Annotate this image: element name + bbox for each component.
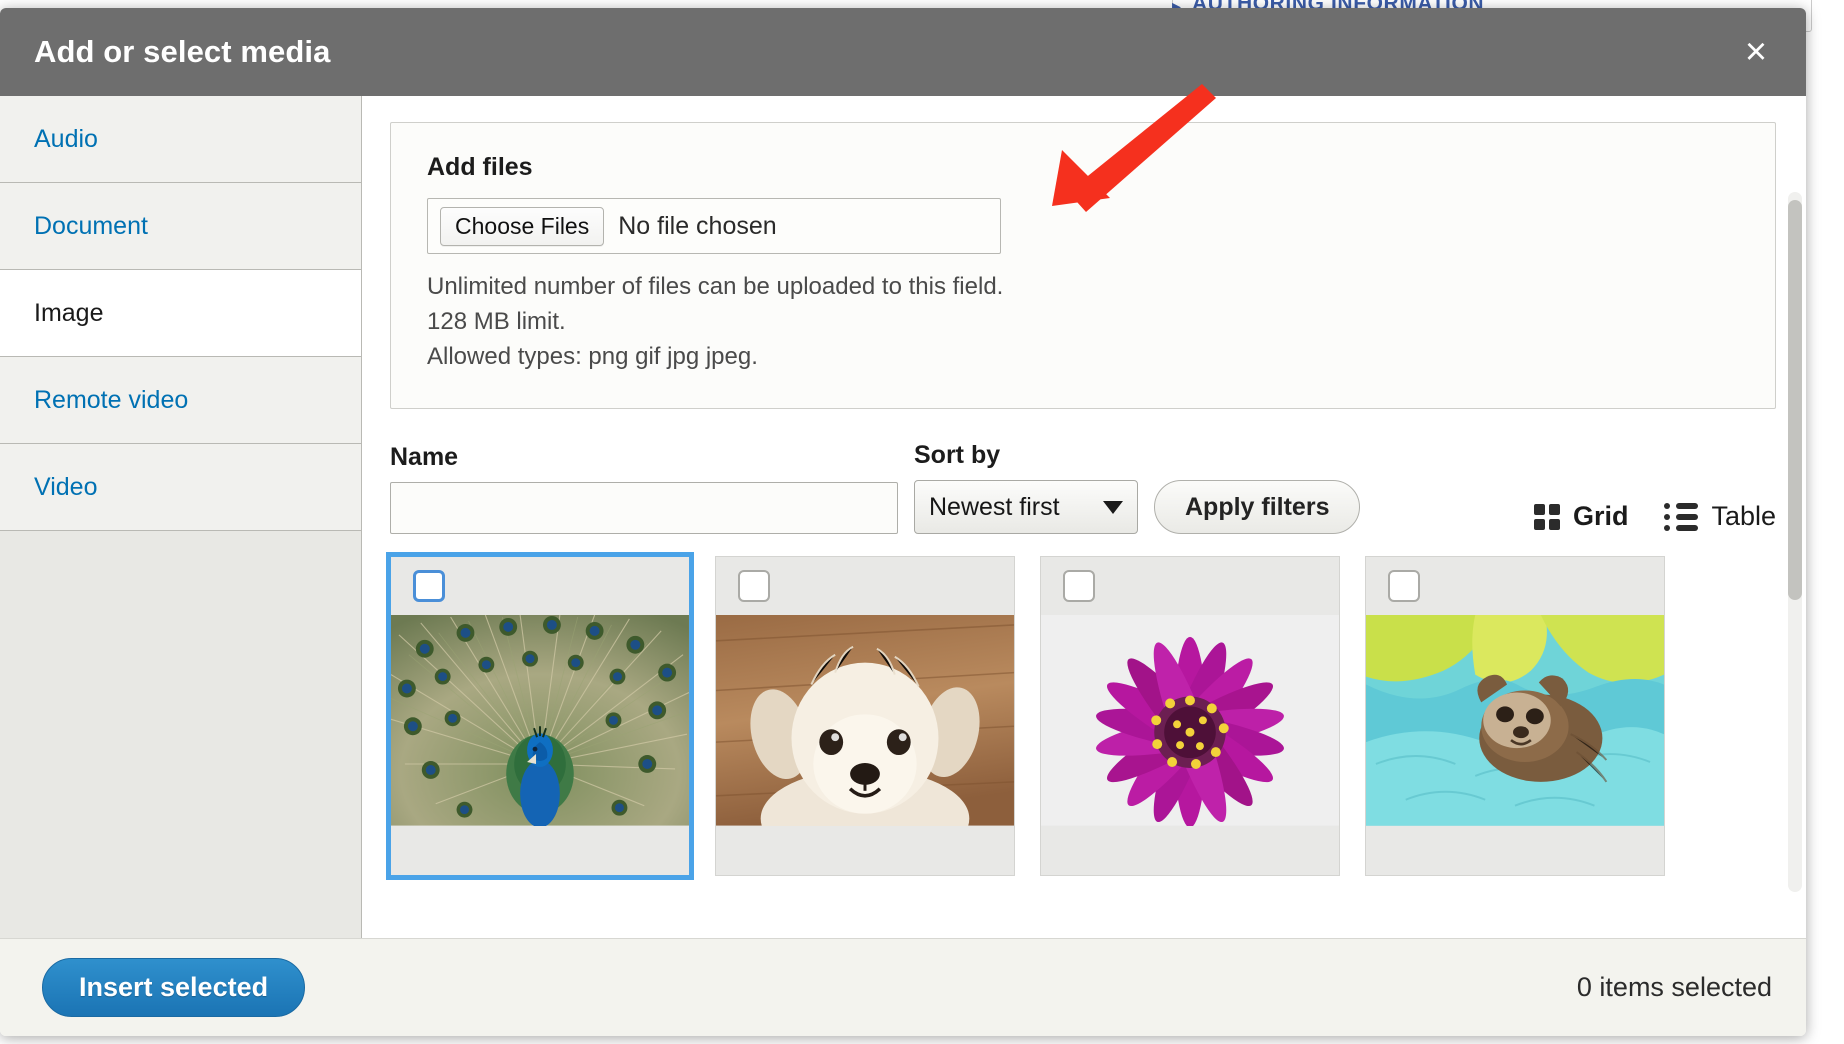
media-item-check-row <box>716 557 1014 616</box>
sort-by-select[interactable]: Newest first <box>914 480 1138 535</box>
sidebar-item-label: Document <box>34 211 148 240</box>
sidebar-item-document[interactable]: Document <box>0 183 361 270</box>
sidebar-item-audio[interactable]: Audio <box>0 96 361 183</box>
filter-toolbar: Name Sort by Newest first Apply filters <box>390 441 1776 535</box>
add-files-panel: Add files Choose Files No file chosen Un… <box>390 122 1776 410</box>
view-mode-toggles: Grid Table <box>1533 501 1776 534</box>
dialog-footer: Insert selected 0 items selected <box>0 938 1806 1036</box>
dialog-title: Add or select media <box>34 34 331 69</box>
dialog-body: Audio Document Image Remote video Video … <box>0 96 1806 938</box>
puppy-image <box>716 615 1014 826</box>
peacock-image <box>391 615 689 826</box>
name-search-input[interactable] <box>390 482 898 535</box>
media-item-check-row <box>1041 557 1339 616</box>
media-content-area: Add files Choose Files No file chosen Un… <box>362 96 1806 938</box>
media-item-checkbox[interactable] <box>738 570 770 603</box>
media-library-dialog: Add or select media × Audio Document Ima… <box>0 8 1806 1036</box>
view-toggle-label: Grid <box>1572 501 1629 532</box>
sidebar-item-label: Video <box>34 472 98 501</box>
sidebar-filler <box>0 531 361 938</box>
sort-by-label: Sort by <box>914 441 1001 470</box>
media-item-thumbnail[interactable] <box>716 615 1014 827</box>
view-toggle-grid[interactable]: Grid <box>1533 501 1629 532</box>
media-item-checkbox[interactable] <box>1063 570 1095 603</box>
media-item-checkbox[interactable] <box>413 570 445 603</box>
media-item-checkbox[interactable] <box>1388 570 1420 603</box>
file-name-text: No file chosen <box>618 211 777 240</box>
add-files-label: Add files <box>427 153 533 181</box>
list-icon <box>1664 502 1699 531</box>
sidebar-item-video[interactable]: Video <box>0 444 361 531</box>
dialog-header: Add or select media × <box>0 8 1806 96</box>
media-item-thumbnail[interactable] <box>391 615 689 827</box>
upload-help-line-3: Allowed types: png gif jpg jpeg. <box>427 342 758 370</box>
media-item-footer <box>716 827 1014 876</box>
name-filter-label: Name <box>390 443 459 472</box>
media-item-footer <box>391 827 689 876</box>
media-item-footer <box>1366 827 1664 876</box>
sidebar-item-label: Audio <box>34 124 98 153</box>
upload-help-line-2: 128 MB limit. <box>427 307 566 335</box>
close-icon[interactable]: × <box>1732 28 1780 76</box>
media-item-thumbnail[interactable] <box>1366 615 1664 827</box>
apply-filters-button[interactable]: Apply filters <box>1154 480 1361 535</box>
media-item-card[interactable] <box>1040 556 1340 877</box>
media-item-footer <box>1041 827 1339 876</box>
sidebar-item-image[interactable]: Image <box>0 270 361 357</box>
content-scrollbar-thumb[interactable] <box>1788 200 1802 600</box>
media-item-check-row <box>1366 557 1664 616</box>
media-thumbnail-grid <box>386 552 1776 881</box>
sloth-image <box>1366 615 1664 826</box>
upload-help-line-1: Unlimited number of files can be uploade… <box>427 273 1004 300</box>
media-item-card[interactable] <box>1365 556 1665 877</box>
grid-icon <box>1533 503 1560 530</box>
media-item-check-row <box>391 557 689 616</box>
sidebar-item-label: Image <box>34 298 104 327</box>
sidebar-item-remote-video[interactable]: Remote video <box>0 357 361 444</box>
insert-selected-button[interactable]: Insert selected <box>42 958 306 1017</box>
name-filter-group: Name <box>390 443 898 535</box>
sort-by-value: Newest first <box>929 492 1060 521</box>
media-item-thumbnail[interactable] <box>1041 615 1339 827</box>
flower-image <box>1041 615 1339 826</box>
items-selected-count: 0 items selected <box>1576 972 1772 1002</box>
view-toggle-table[interactable]: Table <box>1664 501 1776 532</box>
media-item-card[interactable] <box>715 556 1015 877</box>
view-toggle-label: Table <box>1711 501 1776 532</box>
file-upload-field[interactable]: Choose Files No file chosen <box>427 198 1001 254</box>
media-item-card[interactable] <box>386 552 694 881</box>
media-type-sidebar: Audio Document Image Remote video Video <box>0 96 362 938</box>
choose-files-button[interactable]: Choose Files <box>440 206 605 246</box>
sidebar-item-label: Remote video <box>34 385 189 414</box>
sort-by-group: Sort by Newest first <box>914 441 1138 535</box>
chevron-down-icon <box>1103 500 1123 514</box>
